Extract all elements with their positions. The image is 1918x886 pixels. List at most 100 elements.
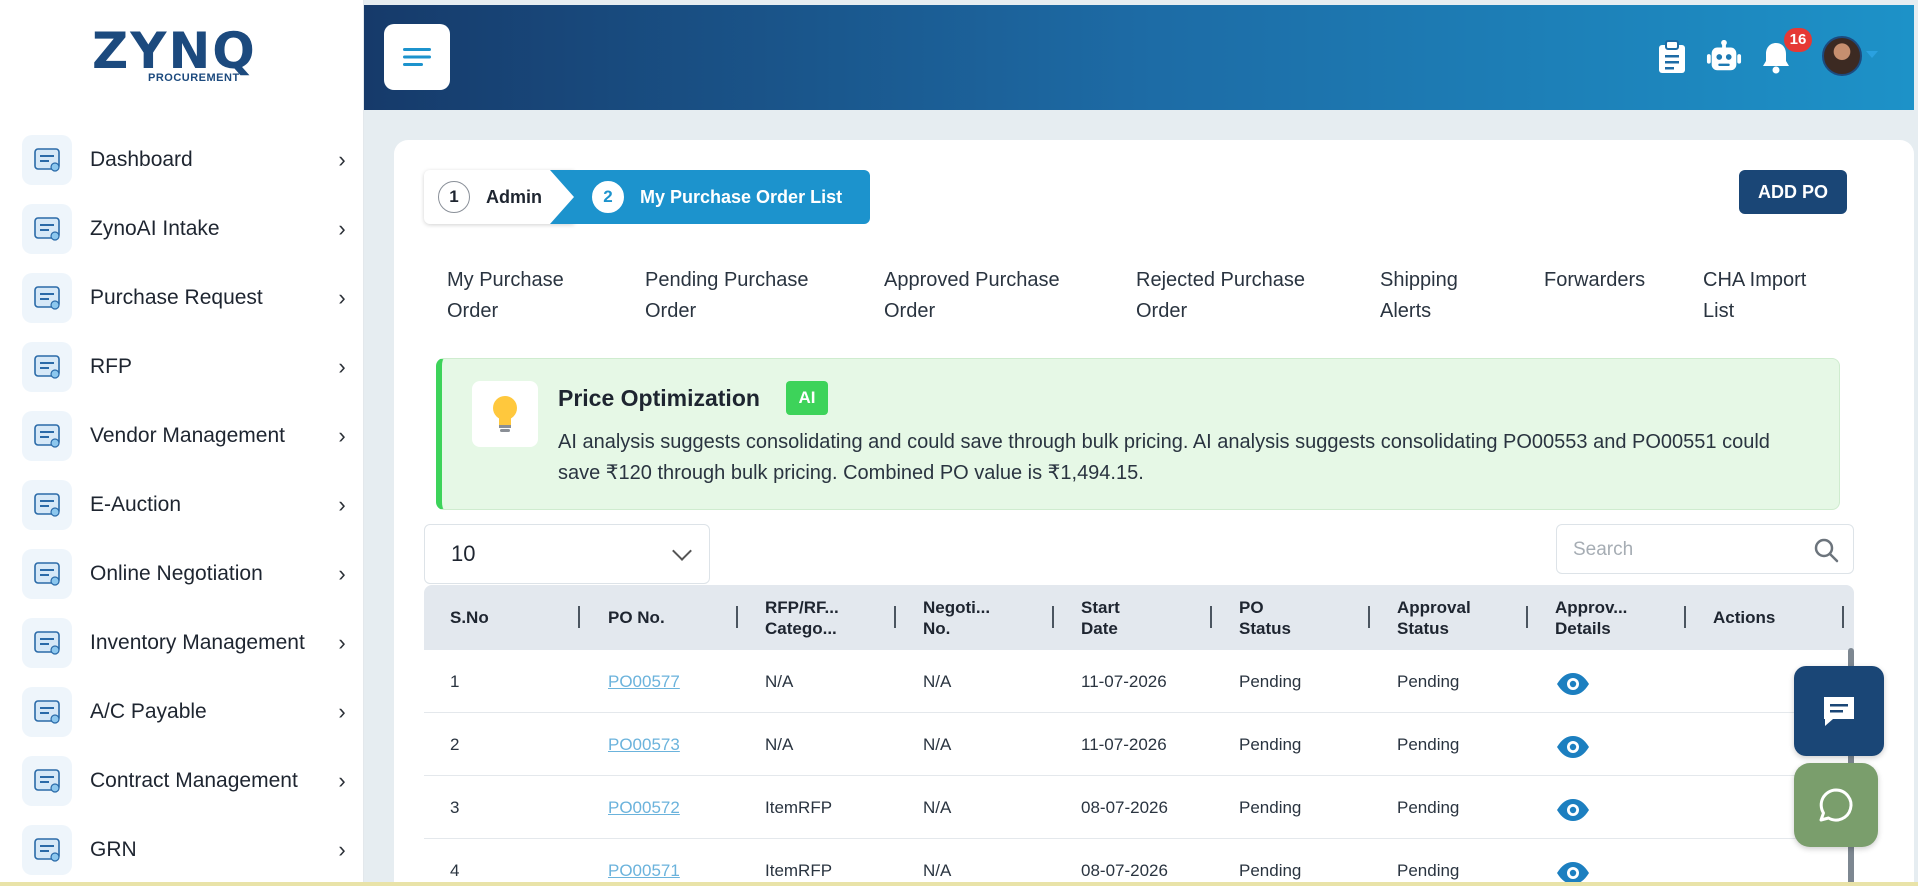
cell-po-no: PO00572 bbox=[608, 776, 680, 839]
cell-start-date: 08-07-2026 bbox=[1081, 797, 1168, 817]
po-link[interactable]: PO00571 bbox=[608, 861, 680, 881]
sidebar-item-label: Online Negotiation bbox=[90, 562, 263, 585]
eye-icon[interactable] bbox=[1555, 672, 1591, 701]
ai-insight-title: Price Optimization bbox=[558, 385, 760, 411]
tab-approved-purchase-order[interactable]: Approved Purchase Order bbox=[884, 265, 1060, 327]
sidebar-item[interactable]: Vendor Management › bbox=[22, 408, 352, 464]
sidebar-item[interactable]: Inventory Management › bbox=[22, 615, 352, 671]
column-divider[interactable] bbox=[1052, 606, 1054, 628]
header-label: Status bbox=[1397, 618, 1449, 638]
chevron-right-icon: › bbox=[338, 768, 346, 793]
po-link[interactable]: PO00573 bbox=[608, 735, 680, 755]
table-row[interactable]: 4 PO00571 ItemRFP N/A 08-07-2026 Pending Pendi… bbox=[424, 839, 1854, 886]
column-divider[interactable] bbox=[894, 606, 896, 628]
column-header-rfp-category[interactable]: RFP/RF... Catego... bbox=[765, 585, 839, 650]
sidebar-item[interactable]: GRN › bbox=[22, 822, 352, 878]
table-row[interactable]: 3 PO00572 ItemRFP N/A 08-07-2026 Pending Pendi… bbox=[424, 776, 1854, 839]
sidebar-item[interactable]: Purchase Request › bbox=[22, 270, 352, 326]
tab-forwarders[interactable]: Forwarders bbox=[1544, 265, 1645, 296]
cell-category: N/A bbox=[765, 734, 794, 754]
column-divider[interactable] bbox=[1368, 606, 1370, 628]
column-divider[interactable] bbox=[1526, 606, 1528, 628]
search-icon[interactable] bbox=[1813, 537, 1839, 568]
sidebar-item-label: RFP bbox=[90, 355, 132, 378]
eye-icon[interactable] bbox=[1555, 798, 1591, 827]
step-po-list[interactable]: 2 My Purchase Order List bbox=[550, 170, 870, 224]
chevron-right-icon: › bbox=[338, 354, 346, 379]
page-size-select[interactable]: 10 bbox=[424, 524, 710, 584]
tab-pending-purchase-order[interactable]: Pending Purchase Order bbox=[645, 265, 808, 327]
column-divider[interactable] bbox=[578, 606, 580, 628]
cell-po-status: Pending bbox=[1239, 797, 1302, 817]
sidebar-item[interactable]: E-Auction › bbox=[22, 477, 352, 533]
column-divider[interactable] bbox=[736, 606, 738, 628]
tab-label: Rejected Purchase bbox=[1136, 269, 1305, 291]
tab-label: Alerts bbox=[1380, 300, 1432, 322]
column-header-actions[interactable]: Actions bbox=[1713, 585, 1775, 650]
main-content: 1 Admin 2 My Purchase Order List ADD PO … bbox=[394, 140, 1914, 886]
cell-approval-status: Pending bbox=[1397, 860, 1460, 880]
step-label: My Purchase Order List bbox=[640, 186, 843, 207]
column-divider[interactable] bbox=[1684, 606, 1686, 628]
tab-label: Approved Purchase bbox=[884, 269, 1060, 291]
column-header-start-date[interactable]: Start Date bbox=[1081, 585, 1120, 650]
support-chat-button[interactable] bbox=[1794, 763, 1878, 847]
eye-icon[interactable] bbox=[1555, 735, 1591, 764]
sidebar-item[interactable]: RFP › bbox=[22, 339, 352, 395]
brand-name: ZYNQ bbox=[92, 22, 257, 80]
column-header-approval-details[interactable]: Approv... Details bbox=[1555, 585, 1627, 650]
chevron-right-icon: › bbox=[338, 423, 346, 448]
sidebar-item-label: E-Auction bbox=[90, 493, 182, 516]
tab-rejected-purchase-order[interactable]: Rejected Purchase Order bbox=[1136, 265, 1305, 327]
sidebar: ZYNQ PROCUREMENT Dashboard › ZynoAI Intake… bbox=[0, 0, 364, 886]
column-header-sno[interactable]: S.No bbox=[450, 585, 489, 650]
chevron-right-icon: › bbox=[338, 216, 346, 241]
chat-button[interactable] bbox=[1794, 666, 1884, 756]
search-input[interactable] bbox=[1573, 535, 1803, 565]
sidebar-item[interactable]: Dashboard › bbox=[22, 132, 352, 188]
po-link[interactable]: PO00577 bbox=[608, 672, 680, 692]
step-number: 2 bbox=[592, 181, 624, 213]
user-avatar[interactable] bbox=[1822, 36, 1862, 76]
robot-icon[interactable] bbox=[1706, 39, 1742, 75]
step-admin[interactable]: 1 Admin bbox=[424, 170, 574, 224]
table-row[interactable]: 2 PO00573 N/A N/A 11-07-2026 Pending Pending bbox=[424, 713, 1854, 776]
sidebar-item[interactable]: Online Negotiation › bbox=[22, 546, 352, 602]
tab-my-purchase-order[interactable]: My Purchase Order bbox=[447, 265, 564, 327]
tab-label: Order bbox=[645, 300, 697, 322]
cell-po-no: PO00571 bbox=[608, 839, 680, 886]
column-header-negotiation-no[interactable]: Negoti... No. bbox=[923, 585, 990, 650]
column-header-po-no[interactable]: PO No. bbox=[608, 585, 665, 650]
add-po-button[interactable]: ADD PO bbox=[1739, 170, 1847, 214]
cell-approval-status: Pending bbox=[1397, 734, 1460, 754]
column-header-approval-status[interactable]: Approval Status bbox=[1397, 585, 1471, 650]
search-box[interactable] bbox=[1556, 524, 1854, 574]
column-header-po-status[interactable]: PO Status bbox=[1239, 585, 1291, 650]
header-label: Catego... bbox=[765, 618, 837, 638]
tab-cha-import-list[interactable]: CHA Import List bbox=[1703, 265, 1806, 327]
tab-label: Order bbox=[884, 300, 936, 322]
menu-toggle-button[interactable] bbox=[384, 24, 450, 90]
brand-logo[interactable]: ZYNQ PROCUREMENT bbox=[92, 22, 257, 88]
cell-sno: 4 bbox=[450, 860, 460, 880]
sidebar-item[interactable]: ZynoAI Intake › bbox=[22, 201, 352, 257]
po-link[interactable]: PO00572 bbox=[608, 798, 680, 818]
chevron-down-icon[interactable] bbox=[1866, 51, 1878, 58]
table-row[interactable]: 1 PO00577 N/A N/A 11-07-2026 Pending Pending bbox=[424, 650, 1854, 713]
ai-insight-panel: Price Optimization AI AI analysis sugges… bbox=[436, 358, 1840, 510]
clipboard-icon[interactable] bbox=[1654, 39, 1690, 75]
column-divider[interactable] bbox=[1210, 606, 1212, 628]
tab-label: Order bbox=[1136, 300, 1188, 322]
cell-po-no: PO00573 bbox=[608, 713, 680, 776]
tab-label: My Purchase bbox=[447, 269, 564, 291]
cell-start-date: 11-07-2026 bbox=[1081, 734, 1167, 754]
tab-label: Forwarders bbox=[1544, 269, 1646, 291]
header-label: Approv... bbox=[1555, 597, 1628, 617]
column-divider[interactable] bbox=[1842, 606, 1844, 628]
header-label: Start bbox=[1081, 597, 1120, 617]
cell-category: N/A bbox=[765, 671, 794, 691]
tab-shipping-alerts[interactable]: Shipping Alerts bbox=[1380, 265, 1458, 327]
message-icon bbox=[1824, 697, 1854, 726]
sidebar-item[interactable]: Contract Management › bbox=[22, 753, 352, 809]
sidebar-item[interactable]: A/C Payable › bbox=[22, 684, 352, 740]
